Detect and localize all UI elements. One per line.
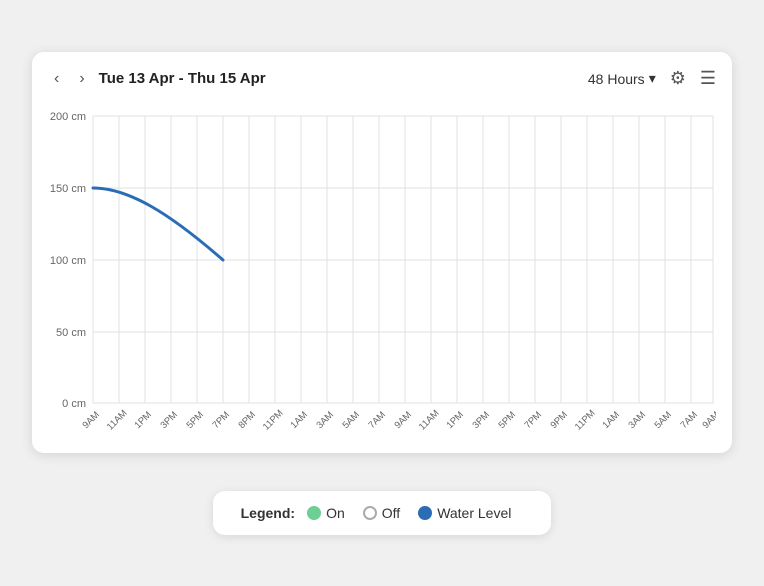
x-label-11am: 11AM [105,407,130,431]
prev-button[interactable]: ‹ [48,68,65,90]
x-label-1pm: 1PM [132,409,154,431]
x-label-9am3: 9AM [700,409,716,431]
y-label-0: 0 cm [62,398,86,410]
x-label-9pm: 9PM [548,409,570,431]
nav-group: ‹ › Tue 13 Apr - Thu 15 Apr [48,68,266,90]
x-label-1pm2: 1PM [444,409,466,431]
x-label-11pm: 11PM [261,407,286,431]
x-label-3am2: 3AM [626,409,648,431]
off-dot [363,506,377,520]
x-label-9am2: 9AM [392,409,414,431]
x-label-11am2: 11AM [417,407,442,431]
controls-group: 48 Hours ▾ ⚙ ☰ [588,68,716,89]
x-label-1am2: 1AM [600,409,622,431]
x-label-11pm2: 11PM [573,407,598,431]
legend-water-level-label: Water Level [437,505,511,521]
y-label-200: 200 cm [50,111,86,123]
y-label-50: 50 cm [56,327,86,339]
x-label-3pm: 3PM [158,409,180,431]
x-label-5am2: 5AM [652,409,674,431]
chart-area: 200 cm 150 cm 100 cm 50 cm 0 cm [48,102,716,437]
x-label-7pm: 7PM [210,409,232,431]
x-label-5pm: 5PM [184,409,206,431]
water-level-line [93,188,223,260]
x-label-5pm2: 5PM [496,409,518,431]
legend-wrapper: Legend: On Off Water Level [213,471,552,535]
menu-icon[interactable]: ☰ [700,68,716,89]
legend-label: Legend: [241,505,295,521]
legend-item-water-level: Water Level [418,505,511,521]
x-label-9am: 9AM [80,409,102,431]
x-label-1am: 1AM [288,409,310,431]
x-label-3pm2: 3PM [470,409,492,431]
legend-item-off: Off [363,505,400,521]
x-label-3am: 3AM [314,409,336,431]
chart-header: ‹ › Tue 13 Apr - Thu 15 Apr 48 Hours ▾ ⚙… [48,68,716,90]
time-range-button[interactable]: 48 Hours ▾ [588,70,656,87]
settings-icon[interactable]: ⚙ [670,68,686,89]
x-label-7pm2: 7PM [522,409,544,431]
x-label-7am: 7AM [366,409,388,431]
on-dot [307,506,321,520]
next-button[interactable]: › [73,68,90,90]
legend-off-label: Off [382,505,400,521]
chevron-down-icon: ▾ [649,70,656,87]
chart-svg: 200 cm 150 cm 100 cm 50 cm 0 cm [48,102,716,432]
legend-on-label: On [326,505,345,521]
date-range: Tue 13 Apr - Thu 15 Apr [99,70,266,87]
x-label-5am: 5AM [340,409,362,431]
legend-card: Legend: On Off Water Level [213,491,552,535]
y-label-100: 100 cm [50,255,86,267]
chart-card: ‹ › Tue 13 Apr - Thu 15 Apr 48 Hours ▾ ⚙… [32,52,732,453]
time-range-label: 48 Hours [588,71,645,87]
legend-item-on: On [307,505,345,521]
x-label-8pm: 8PM [236,409,258,431]
x-label-7am2: 7AM [678,409,700,431]
water-level-dot [418,506,432,520]
y-label-150: 150 cm [50,183,86,195]
